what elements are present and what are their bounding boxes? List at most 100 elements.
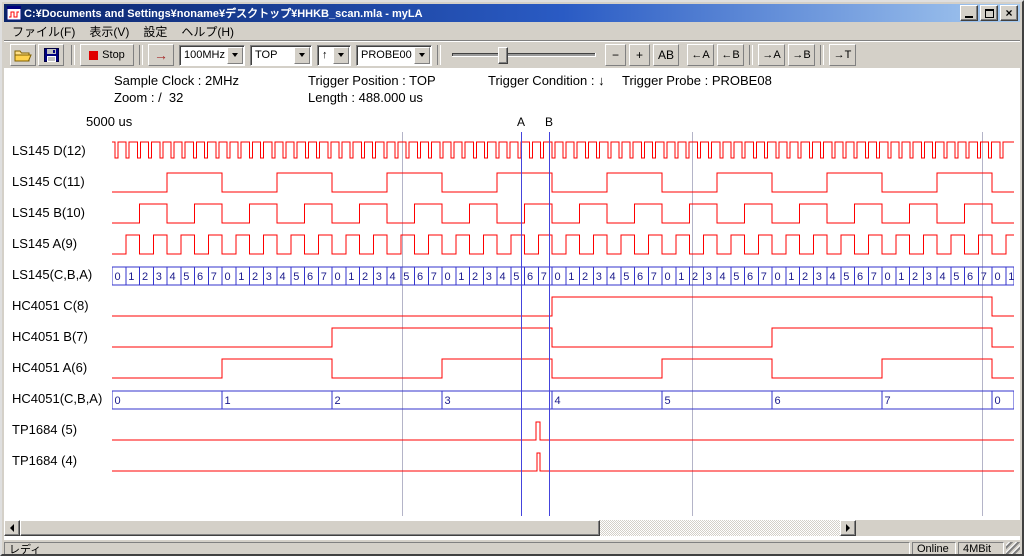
jump-trigger-button[interactable]: →T bbox=[829, 44, 856, 66]
menu-file[interactable]: ファイル(F) bbox=[5, 21, 82, 42]
svg-text:6: 6 bbox=[637, 271, 643, 283]
toolbar-separator bbox=[749, 45, 753, 65]
sample-clock-label: Sample Clock : 2MHz bbox=[114, 73, 239, 88]
svg-text:6: 6 bbox=[527, 271, 533, 283]
svg-text:2: 2 bbox=[142, 271, 148, 283]
save-button[interactable] bbox=[38, 44, 64, 66]
menu-view[interactable]: 表示(V) bbox=[82, 21, 136, 42]
svg-text:5: 5 bbox=[403, 271, 409, 283]
svg-text:5: 5 bbox=[183, 271, 189, 283]
jump-a-left-button[interactable]: ←A bbox=[687, 44, 714, 66]
minimize-button[interactable] bbox=[960, 5, 978, 21]
signal-label: HC4051 A(6) bbox=[4, 353, 112, 384]
signal-trace bbox=[112, 322, 1014, 353]
stop-icon bbox=[89, 51, 98, 60]
cursor-a-line[interactable] bbox=[521, 132, 522, 516]
scrollbar-thumb[interactable] bbox=[20, 520, 600, 536]
length-label: Length : 488.000 us bbox=[308, 90, 423, 105]
signal-label: LS145 A(9) bbox=[4, 229, 112, 260]
trigger-position-select[interactable]: TOP bbox=[250, 45, 312, 66]
svg-text:7: 7 bbox=[651, 271, 657, 283]
trigger-edge-value: ↑ bbox=[318, 49, 333, 61]
zoom-out-button[interactable]: − bbox=[605, 44, 626, 66]
resize-grip[interactable] bbox=[1006, 542, 1020, 556]
waveform-area[interactable]: 5000 us LS145 D(12)LS145 C(11)LS145 B(10… bbox=[4, 112, 1020, 520]
svg-text:4: 4 bbox=[280, 271, 286, 283]
run-arrow-icon: → bbox=[154, 48, 168, 62]
capture-info: Sample Clock : 2MHz Trigger Position : T… bbox=[4, 68, 1020, 110]
signal-trace bbox=[112, 291, 1014, 322]
signal-trace bbox=[112, 136, 1014, 167]
svg-text:7: 7 bbox=[431, 271, 437, 283]
signal-row-7: HC4051 A(6) bbox=[4, 353, 1020, 384]
cursor-b-label: B bbox=[545, 115, 553, 129]
menu-help[interactable]: ヘルプ(H) bbox=[174, 21, 241, 42]
clock-select[interactable]: 100MHz bbox=[179, 45, 245, 66]
svg-text:4: 4 bbox=[390, 271, 396, 283]
jump-b-right-button[interactable]: →B bbox=[788, 44, 815, 66]
svg-text:1: 1 bbox=[458, 271, 464, 283]
trigger-edge-select[interactable]: ↑ bbox=[317, 45, 351, 66]
zoom-slider-thumb[interactable] bbox=[498, 47, 508, 64]
svg-text:4: 4 bbox=[555, 395, 561, 407]
signal-trace bbox=[112, 353, 1014, 384]
scroll-right-icon bbox=[846, 524, 854, 532]
svg-text:5: 5 bbox=[733, 271, 739, 283]
svg-text:1: 1 bbox=[348, 271, 354, 283]
svg-text:2: 2 bbox=[335, 395, 341, 407]
svg-text:4: 4 bbox=[610, 271, 616, 283]
svg-text:6: 6 bbox=[417, 271, 423, 283]
signal-trace: 0123456701234567012345670123456701234567… bbox=[112, 260, 1014, 291]
signal-label: HC4051 B(7) bbox=[4, 322, 112, 353]
zoom-in-button[interactable]: + bbox=[629, 44, 650, 66]
svg-text:1: 1 bbox=[788, 271, 794, 283]
jump-b-left-button[interactable]: ←B bbox=[717, 44, 744, 66]
menubar: ファイル(F) 表示(V) 設定 ヘルプ(H) bbox=[4, 22, 1020, 41]
clock-dropdown-arrow-icon bbox=[227, 47, 243, 64]
probe-select[interactable]: PROBE00 bbox=[356, 45, 432, 66]
stop-button[interactable]: Stop bbox=[80, 44, 134, 66]
scroll-right-button[interactable] bbox=[840, 520, 856, 536]
svg-text:5: 5 bbox=[843, 271, 849, 283]
ab-span-button[interactable]: AB bbox=[653, 44, 679, 66]
svg-text:3: 3 bbox=[486, 271, 492, 283]
close-button[interactable]: × bbox=[1000, 5, 1018, 21]
svg-text:4: 4 bbox=[830, 271, 836, 283]
open-file-button[interactable] bbox=[10, 44, 36, 66]
svg-text:7: 7 bbox=[541, 271, 547, 283]
run-button[interactable]: → bbox=[148, 44, 174, 66]
trigger-position-label: Trigger Position : TOP bbox=[308, 73, 436, 88]
jump-a-right-button[interactable]: →A bbox=[758, 44, 785, 66]
signal-trace: 012345670 bbox=[112, 384, 1014, 415]
close-icon: × bbox=[1005, 8, 1012, 19]
titlebar: C:¥Documents and Settings¥noname¥デスクトップ¥… bbox=[4, 4, 1020, 22]
svg-text:1: 1 bbox=[568, 271, 574, 283]
svg-text:6: 6 bbox=[747, 271, 753, 283]
svg-text:3: 3 bbox=[706, 271, 712, 283]
svg-text:2: 2 bbox=[582, 271, 588, 283]
cursor-a-label: A bbox=[517, 115, 525, 129]
svg-text:2: 2 bbox=[692, 271, 698, 283]
probe-value: PROBE00 bbox=[357, 49, 414, 61]
signal-label: TP1684 (5) bbox=[4, 415, 112, 446]
svg-text:2: 2 bbox=[362, 271, 368, 283]
maximize-button[interactable] bbox=[980, 5, 998, 21]
signal-row-10: TP1684 (4) bbox=[4, 446, 1020, 477]
signal-label: HC4051(C,B,A) bbox=[4, 384, 112, 415]
menu-settings[interactable]: 設定 bbox=[136, 21, 174, 42]
svg-text:1: 1 bbox=[128, 271, 134, 283]
toolbar: Stop → 100MHz TOP ↑ PROBE00 − + AB ←A bbox=[4, 42, 1020, 68]
scrollbar-track[interactable] bbox=[20, 520, 840, 536]
svg-text:5: 5 bbox=[513, 271, 519, 283]
signal-trace bbox=[112, 229, 1014, 260]
scroll-left-button[interactable] bbox=[4, 520, 20, 536]
zoom-slider[interactable] bbox=[450, 44, 598, 66]
clock-value: 100MHz bbox=[180, 49, 227, 61]
stop-label: Stop bbox=[102, 49, 125, 61]
cursor-b-line[interactable] bbox=[549, 132, 550, 516]
svg-text:5: 5 bbox=[623, 271, 629, 283]
signal-label: LS145(C,B,A) bbox=[4, 260, 112, 291]
svg-text:1: 1 bbox=[225, 395, 231, 407]
signal-label: HC4051 C(8) bbox=[4, 291, 112, 322]
svg-text:7: 7 bbox=[871, 271, 877, 283]
